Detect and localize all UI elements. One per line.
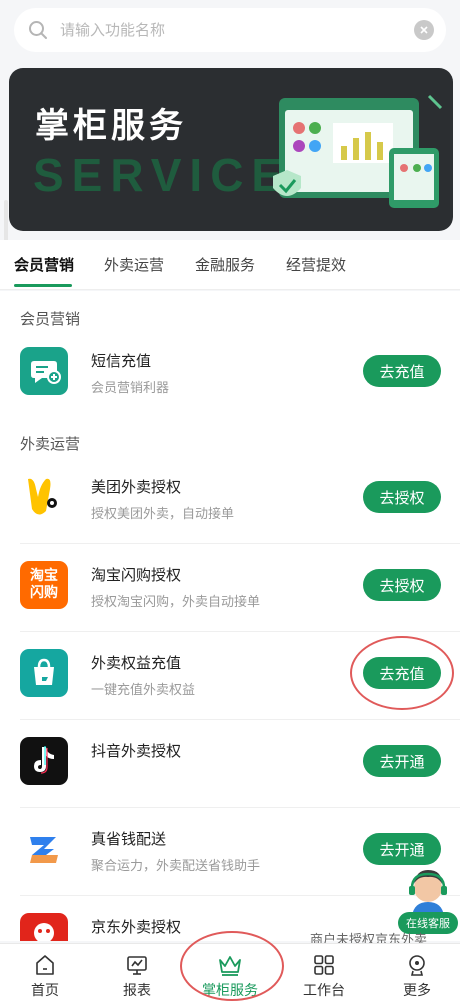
nav-home[interactable]: 首页 (10, 952, 80, 1000)
item-name: 抖音外卖授权 (91, 742, 182, 760)
banner-subtitle: SERVICE (33, 149, 291, 201)
douyin-icon (20, 737, 68, 785)
item-desc: 聚合运力，外卖配送省钱助手 (91, 859, 261, 874)
active-tab-indicator (14, 284, 72, 287)
delivery-z-icon (20, 825, 68, 873)
category-tabs: 会员营销 外卖运营 金融服务 经营提效 (0, 240, 460, 290)
divider (20, 631, 460, 632)
item-desc: 授权淘宝闪购，外卖自动接单 (91, 595, 261, 610)
list-item-meituan-auth: 美团外卖授权 授权美团外卖，自动接单 去授权 (0, 461, 460, 541)
list-item-sms-recharge: 短信充值 会员营销利器 去充值 (0, 335, 460, 415)
banner-title: 掌柜服务 (35, 106, 187, 146)
authorize-button[interactable]: 去授权 (363, 569, 441, 601)
divider (20, 543, 460, 544)
section-title-takeout: 外卖运营 (20, 435, 81, 453)
shopping-bag-icon (20, 649, 68, 697)
highlight-circle-nav (180, 931, 284, 1001)
tab-business-efficiency[interactable]: 经营提效 (286, 254, 346, 275)
authorize-button[interactable]: 去授权 (363, 481, 441, 513)
taobao-flash-icon: 淘宝 闪购 (20, 561, 68, 609)
service-banner[interactable]: 掌柜服务 SERVICE (9, 68, 453, 231)
grid-icon (289, 952, 359, 978)
item-name: 真省钱配送 (91, 830, 167, 848)
list-item-taobao-flash-auth: 淘宝 闪购 淘宝闪购授权 授权淘宝闪购，外卖自动接单 去授权 (0, 549, 460, 629)
tab-finance-service[interactable]: 金融服务 (195, 254, 255, 275)
search-input[interactable] (60, 21, 414, 39)
item-name: 淘宝闪购授权 (91, 566, 182, 584)
icon-text-line1: 淘宝 (30, 568, 58, 584)
search-area (0, 0, 460, 60)
item-name: 美团外卖授权 (91, 478, 182, 496)
section-title-member: 会员营销 (20, 310, 81, 328)
nav-label: 报表 (123, 983, 151, 999)
nav-label: 首页 (31, 983, 59, 999)
activate-button[interactable]: 去开通 (363, 833, 441, 865)
dashboard-illustration-icon (273, 94, 443, 208)
more-icon (382, 952, 452, 978)
list-item-douyin-auth: 抖音外卖授权 去开通 (0, 725, 460, 805)
nav-workbench[interactable]: 工作台 (289, 952, 359, 1000)
nav-report[interactable]: 报表 (102, 952, 172, 1000)
nav-label: 工作台 (303, 983, 345, 999)
service-list: 会员营销 短信充值 会员营销利器 去充值 外卖运营 美团外卖授权 授权美团外卖，… (0, 291, 460, 941)
search-bar[interactable] (14, 8, 446, 52)
recharge-button[interactable]: 去充值 (363, 355, 441, 387)
list-item-save-money-delivery: 真省钱配送 聚合运力，外卖配送省钱助手 去开通 (0, 813, 460, 893)
divider (20, 895, 460, 896)
tab-member-marketing[interactable]: 会员营销 (14, 254, 74, 275)
sms-icon (20, 347, 68, 395)
item-desc: 会员营销利器 (91, 381, 170, 396)
meituan-icon (20, 473, 68, 521)
item-desc: 一键充值外卖权益 (91, 683, 196, 698)
highlight-circle (350, 636, 454, 710)
item-name: 京东外卖授权 (91, 918, 182, 936)
tab-takeout-operation[interactable]: 外卖运营 (104, 254, 164, 275)
divider (20, 719, 460, 720)
item-name: 短信充值 (91, 352, 152, 370)
report-icon (102, 952, 172, 978)
activate-button[interactable]: 去开通 (363, 745, 441, 777)
item-desc: 授权美团外卖，自动接单 (91, 507, 235, 522)
icon-text-line2: 闪购 (30, 585, 58, 601)
nav-more[interactable]: 更多 (382, 952, 452, 1000)
search-icon (26, 18, 50, 42)
clear-icon[interactable] (414, 20, 434, 40)
agent-avatar-icon (409, 870, 447, 916)
home-icon (10, 952, 80, 978)
nav-label: 更多 (403, 983, 431, 999)
item-name: 外卖权益充值 (91, 654, 182, 672)
divider (20, 807, 460, 808)
jd-dog-icon (20, 913, 68, 941)
